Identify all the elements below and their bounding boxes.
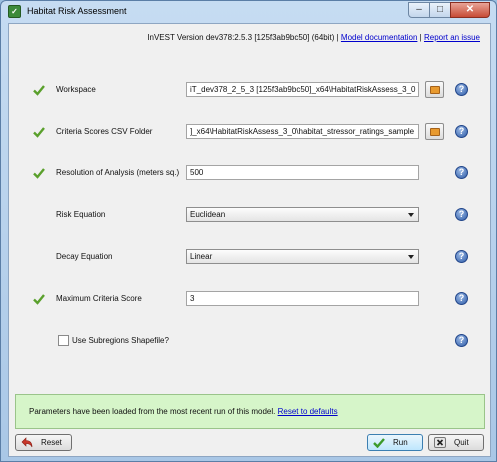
help-icon[interactable]: ? — [455, 334, 468, 347]
max-criteria-input[interactable]: 3 — [186, 291, 419, 306]
criteria-csv-input[interactable]: ]_x64\HabitatRiskAssess_3_0\habitat_stre… — [186, 124, 419, 139]
folder-icon — [430, 86, 440, 94]
criteria-csv-label: Criteria Scores CSV Folder — [56, 127, 153, 136]
help-icon[interactable]: ? — [455, 83, 468, 96]
workspace-label: Workspace — [56, 85, 96, 94]
window-controls: – □ ✕ — [408, 2, 490, 18]
header-separator-2: | — [419, 33, 422, 42]
window-title: Habitat Risk Assessment — [27, 6, 127, 16]
close-icon[interactable]: ✕ — [450, 2, 490, 18]
version-header: InVEST Version dev378:2.5.3 [125f3ab9bc5… — [147, 33, 480, 42]
criteria-csv-row: Criteria Scores CSV Folder ]_x64\Habitat… — [9, 123, 492, 140]
main-window: ✓ Habitat Risk Assessment – □ ✕ InVEST V… — [0, 0, 497, 462]
help-icon[interactable]: ? — [455, 208, 468, 221]
valid-check-icon — [33, 294, 45, 305]
decay-equation-value: Linear — [190, 252, 213, 261]
workspace-input[interactable]: iT_dev378_2_5_3 [125f3ab9bc50]_x64\Habit… — [186, 82, 419, 97]
title-bar[interactable]: ✓ Habitat Risk Assessment – □ ✕ — [1, 1, 496, 23]
quit-button[interactable]: Quit — [428, 434, 484, 451]
dialog-body: InVEST Version dev378:2.5.3 [125f3ab9bc5… — [8, 23, 491, 457]
run-button-label: Run — [393, 438, 408, 447]
decay-equation-select[interactable]: Linear — [186, 249, 419, 264]
model-documentation-link[interactable]: Model documentation — [341, 33, 418, 42]
help-icon[interactable]: ? — [455, 292, 468, 305]
subregions-checkbox[interactable] — [58, 335, 69, 346]
decay-equation-label: Decay Equation — [56, 252, 113, 261]
criteria-csv-browse-button[interactable] — [425, 123, 444, 140]
help-icon[interactable]: ? — [455, 125, 468, 138]
run-button[interactable]: Run — [367, 434, 423, 451]
undo-arrow-icon — [21, 437, 33, 448]
risk-equation-value: Euclidean — [190, 210, 226, 219]
folder-icon — [430, 128, 440, 136]
risk-equation-row: Risk Equation Euclidean ? — [9, 207, 492, 223]
minimize-icon[interactable]: – — [408, 2, 430, 18]
quit-x-icon — [434, 437, 446, 448]
subregions-row: Use Subregions Shapefile? ? — [9, 333, 492, 349]
workspace-row: Workspace iT_dev378_2_5_3 [125f3ab9bc50]… — [9, 81, 492, 98]
valid-check-icon — [33, 85, 45, 96]
workspace-browse-button[interactable] — [425, 81, 444, 98]
subregions-label: Use Subregions Shapefile? — [72, 336, 169, 345]
maximize-icon[interactable]: □ — [429, 2, 451, 18]
decay-equation-row: Decay Equation Linear ? — [9, 249, 492, 265]
max-criteria-row: Maximum Criteria Score 3 ? — [9, 291, 492, 307]
version-text: InVEST Version dev378:2.5.3 [125f3ab9bc5… — [147, 33, 335, 42]
help-icon[interactable]: ? — [455, 250, 468, 263]
risk-equation-label: Risk Equation — [56, 210, 106, 219]
quit-button-label: Quit — [454, 438, 469, 447]
chevron-down-icon — [408, 213, 414, 217]
status-message-box: Parameters have been loaded from the mos… — [15, 394, 485, 429]
valid-check-icon — [33, 127, 45, 138]
reset-button-label: Reset — [41, 438, 62, 447]
chevron-down-icon — [408, 255, 414, 259]
run-check-icon — [373, 438, 385, 448]
status-text: Parameters have been loaded from the mos… — [29, 407, 338, 416]
risk-equation-select[interactable]: Euclidean — [186, 207, 419, 222]
valid-check-icon — [33, 168, 45, 179]
resolution-label: Resolution of Analysis (meters sq.) — [56, 168, 180, 177]
max-criteria-label: Maximum Criteria Score — [56, 294, 142, 303]
header-separator: | — [336, 33, 339, 42]
app-leaf-icon: ✓ — [8, 5, 21, 18]
report-issue-link[interactable]: Report an issue — [424, 33, 480, 42]
reset-to-defaults-link[interactable]: Reset to defaults — [278, 407, 338, 416]
resolution-input[interactable]: 500 — [186, 165, 419, 180]
status-message: Parameters have been loaded from the mos… — [29, 407, 276, 416]
resolution-row: Resolution of Analysis (meters sq.) 500 … — [9, 165, 492, 181]
help-icon[interactable]: ? — [455, 166, 468, 179]
reset-button[interactable]: Reset — [15, 434, 72, 451]
